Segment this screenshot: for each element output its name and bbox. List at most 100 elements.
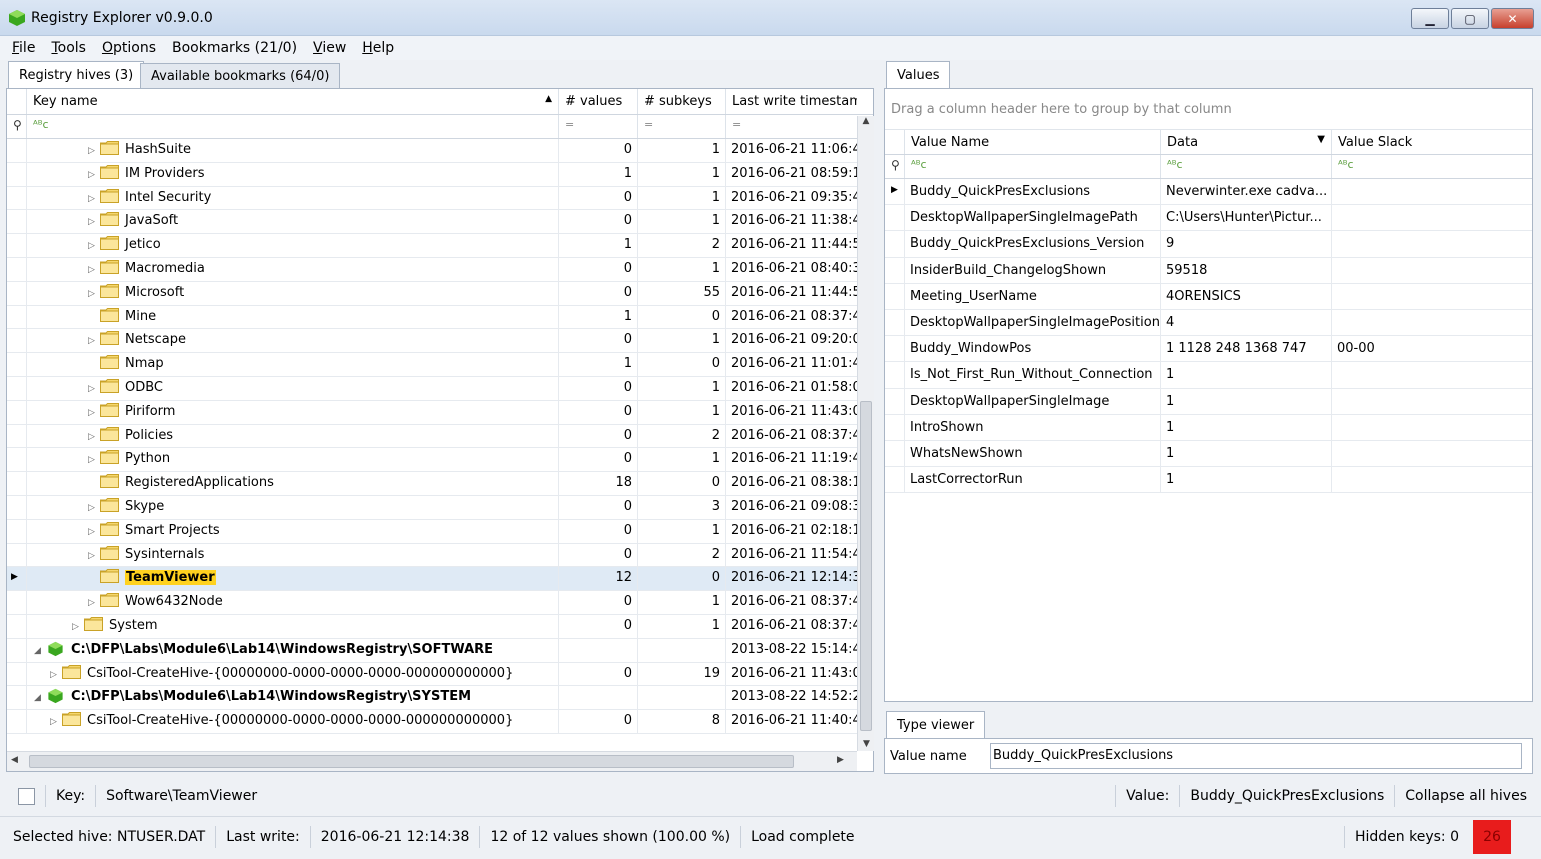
filter-values[interactable]: = bbox=[559, 115, 638, 138]
tree-row[interactable]: ▷ Piriform 0 1 2016-06-21 11:43:0 bbox=[7, 400, 857, 425]
tree-row[interactable]: ▷ Jetico 1 2 2016-06-21 11:44:5 bbox=[7, 234, 857, 258]
tree-row[interactable]: ▷ Policies 0 2 2016-06-21 08:37:4 bbox=[7, 424, 857, 449]
tree-row[interactable]: ▷ System 0 1 2016-06-21 08:37:4 bbox=[7, 614, 857, 639]
value-row[interactable]: Is_Not_First_Run_Without_Connection 1 bbox=[885, 362, 1532, 389]
filter-data[interactable]: ᴬᴮc bbox=[1161, 155, 1332, 178]
value-row[interactable]: Buddy_QuickPresExclusions_Version 9 bbox=[885, 231, 1532, 258]
value-row[interactable]: LastCorrectorRun 1 bbox=[885, 467, 1532, 494]
tab-values[interactable]: Values bbox=[886, 61, 951, 89]
menu-item[interactable]: File bbox=[4, 40, 43, 56]
tree-row[interactable]: RegisteredApplications 18 0 2016-06-21 08:3… bbox=[7, 472, 857, 496]
expand-icon[interactable]: ▷ bbox=[88, 289, 100, 299]
value-row[interactable]: ▶ Buddy_QuickPresExclusions Neverwinter.ex… bbox=[885, 179, 1532, 206]
header-timestamp[interactable]: Last write timestamp bbox=[726, 89, 857, 114]
tree-row[interactable]: ◢ C:\DFP\Labs\Module6\Lab14\WindowsRegist… bbox=[7, 686, 857, 711]
expand-icon[interactable]: ▷ bbox=[88, 455, 100, 465]
filter-value-slack[interactable]: ᴬᴮc bbox=[1332, 155, 1532, 178]
menu-item[interactable]: View bbox=[305, 40, 354, 56]
expand-icon[interactable]: ▷ bbox=[50, 670, 62, 680]
tree-row[interactable]: ▷ CsiTool-CreateHive-{00000000-0000-0000-… bbox=[7, 710, 857, 734]
scroll-down-icon[interactable]: ▼ bbox=[858, 739, 875, 749]
expand-icon[interactable]: ▷ bbox=[88, 598, 100, 608]
scroll-left-icon[interactable]: ◀ bbox=[11, 755, 18, 765]
menu-item[interactable]: Help bbox=[354, 40, 402, 56]
tree-vertical-scrollbar[interactable]: ▲ ▼ bbox=[857, 116, 874, 751]
value-name-field[interactable]: Buddy_QuickPresExclusions bbox=[990, 743, 1522, 769]
minimize-button[interactable]: ▁ bbox=[1411, 8, 1449, 29]
tree-row[interactable]: ▷ ODBC 0 1 2016-06-21 01:58:0 bbox=[7, 376, 857, 401]
expand-icon[interactable]: ▷ bbox=[88, 408, 100, 418]
tab-available-bookmarks[interactable]: Available bookmarks (64/0) bbox=[140, 63, 341, 89]
expand-icon[interactable]: ▷ bbox=[88, 527, 100, 537]
expand-icon[interactable]: ◢ bbox=[34, 693, 46, 703]
expand-icon[interactable]: ▷ bbox=[88, 336, 100, 346]
header-value-slack[interactable]: Value Slack bbox=[1332, 130, 1532, 154]
tree-row[interactable]: ▷ Macromedia 0 1 2016-06-21 08:40:3 bbox=[7, 257, 857, 282]
value-row[interactable]: DesktopWallpaperSingleImage 1 bbox=[885, 388, 1532, 415]
scroll-up-icon[interactable]: ▲ bbox=[858, 116, 874, 126]
menu-item[interactable]: Tools bbox=[43, 40, 94, 56]
filter-value-name[interactable]: ᴬᴮc bbox=[905, 155, 1161, 178]
tree-row[interactable]: Nmap 1 0 2016-06-21 11:01:4 bbox=[7, 353, 857, 377]
expand-icon[interactable]: ▷ bbox=[88, 217, 100, 227]
header-key-name[interactable]: Key name ▲ bbox=[27, 89, 559, 114]
tree-row[interactable]: ▷ Wow6432Node 0 1 2016-06-21 08:37:4 bbox=[7, 591, 857, 615]
value-row[interactable]: InsiderBuild_ChangelogShown 59518 bbox=[885, 257, 1532, 284]
tree-row[interactable]: ▷ Python 0 1 2016-06-21 11:19:4 bbox=[7, 448, 857, 473]
header-values[interactable]: # values bbox=[559, 89, 638, 114]
value-row[interactable]: DesktopWallpaperSingleImagePosition 4 bbox=[885, 309, 1532, 337]
tree-row[interactable]: Mine 1 0 2016-06-21 08:37:4 bbox=[7, 305, 857, 330]
menu-item[interactable]: Bookmarks (21/0) bbox=[164, 40, 305, 56]
collapse-all-hives-link[interactable]: Collapse all hives bbox=[1405, 788, 1527, 804]
value-row[interactable]: Meeting_UserName 4ORENSICS bbox=[885, 283, 1532, 310]
filter-timestamp[interactable]: = bbox=[726, 115, 857, 138]
header-value-name[interactable]: Value Name bbox=[905, 130, 1161, 154]
expand-icon[interactable]: ▷ bbox=[88, 241, 100, 251]
tree-row[interactable]: ▷ Microsoft 0 55 2016-06-21 11:44:5 bbox=[7, 281, 857, 306]
tab-type-viewer[interactable]: Type viewer bbox=[886, 711, 986, 739]
expand-icon[interactable]: ▷ bbox=[72, 622, 84, 632]
show-all-checkbox[interactable] bbox=[18, 787, 35, 805]
close-button[interactable]: ✕ bbox=[1491, 8, 1534, 29]
tree-row[interactable]: ▷ CsiTool-CreateHive-{00000000-0000-0000-… bbox=[7, 662, 857, 687]
tree-row[interactable]: ▷ HashSuite 0 1 2016-06-21 11:06:4 bbox=[7, 139, 857, 163]
value-slack bbox=[1332, 179, 1532, 204]
tree-row[interactable]: ▷ Skype 0 3 2016-06-21 09:08:3 bbox=[7, 495, 857, 520]
scroll-thumb[interactable] bbox=[860, 401, 872, 731]
expand-icon[interactable]: ▷ bbox=[88, 265, 100, 275]
scroll-right-icon[interactable]: ▶ bbox=[837, 755, 844, 765]
value-row[interactable]: IntroShown 1 bbox=[885, 414, 1532, 441]
tree-row[interactable]: ▶ TeamViewer 12 0 2016-06-21 12:14:3 bbox=[7, 567, 857, 592]
tree-row[interactable]: ▷ Sysinternals 0 2 2016-06-21 11:54:4 bbox=[7, 543, 857, 568]
expand-icon[interactable]: ▷ bbox=[88, 432, 100, 442]
tree-row[interactable]: ▷ IM Providers 1 1 2016-06-21 08:59:1 bbox=[7, 162, 857, 187]
tree-row[interactable]: ▷ JavaSoft 0 1 2016-06-21 11:38:4 bbox=[7, 210, 857, 235]
h-scroll-thumb[interactable] bbox=[29, 755, 794, 768]
expand-icon[interactable]: ▷ bbox=[88, 551, 100, 561]
tree-horizontal-scrollbar[interactable]: ◀ ▶ bbox=[7, 751, 857, 771]
value-row[interactable]: WhatsNewShown 1 bbox=[885, 440, 1532, 468]
value-row[interactable]: Buddy_WindowPos 1 1128 248 1368 747 00-00 bbox=[885, 336, 1532, 363]
expand-icon[interactable]: ▷ bbox=[88, 170, 100, 180]
tab-registry-hives[interactable]: Registry hives (3) bbox=[8, 61, 145, 89]
maximize-button[interactable]: ▢ bbox=[1451, 8, 1489, 29]
expand-icon[interactable]: ▷ bbox=[50, 717, 62, 727]
tree-row[interactable]: ◢ C:\DFP\Labs\Module6\Lab14\WindowsRegist… bbox=[7, 638, 857, 663]
tree-row[interactable]: ▷ Netscape 0 1 2016-06-21 09:20:0 bbox=[7, 329, 857, 354]
expand-icon[interactable]: ▷ bbox=[88, 503, 100, 513]
expand-icon[interactable]: ▷ bbox=[88, 146, 100, 156]
error-count-badge[interactable]: 26 bbox=[1473, 819, 1511, 854]
tree-row[interactable]: ▷ Smart Projects 0 1 2016-06-21 02:18:1 bbox=[7, 519, 857, 544]
subkeys-count: 1 bbox=[638, 139, 726, 162]
last-write-timestamp: 2016-06-21 11:43:0 bbox=[731, 665, 857, 681]
filter-subkeys[interactable]: = bbox=[638, 115, 726, 138]
expand-icon[interactable]: ▷ bbox=[88, 194, 100, 204]
header-subkeys[interactable]: # subkeys bbox=[638, 89, 726, 114]
header-data[interactable]: Data ▼ bbox=[1161, 130, 1332, 154]
menu-item[interactable]: Options bbox=[94, 40, 164, 56]
value-row[interactable]: DesktopWallpaperSingleImagePath C:\Users\… bbox=[885, 205, 1532, 232]
expand-icon[interactable]: ◢ bbox=[34, 646, 46, 656]
filter-key-name[interactable]: ᴬᴮc bbox=[27, 115, 559, 138]
expand-icon[interactable]: ▷ bbox=[88, 384, 100, 394]
tree-row[interactable]: ▷ Intel Security 0 1 2016-06-21 09:35:4 bbox=[7, 186, 857, 211]
